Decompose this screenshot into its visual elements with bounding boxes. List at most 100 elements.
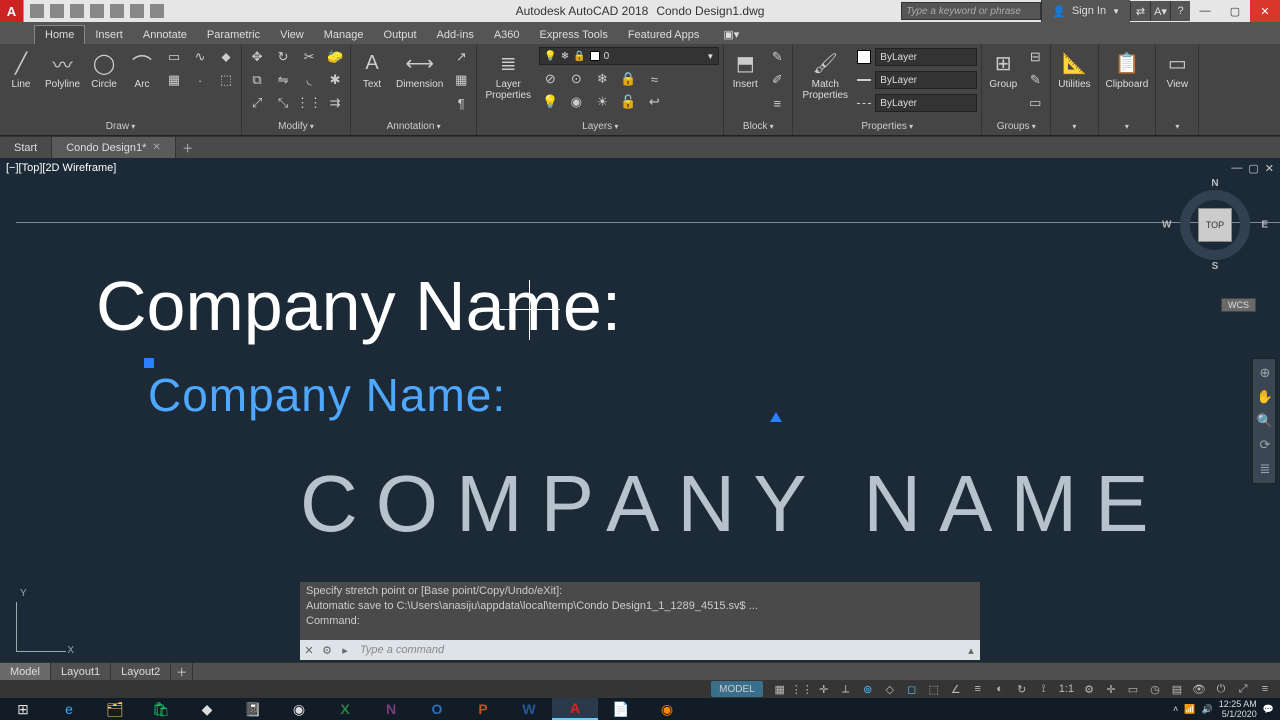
layer-properties-button[interactable]: ≣Layer Properties [481, 47, 535, 103]
edit-block-icon[interactable]: ✐ [766, 70, 788, 90]
arc-button[interactable]: ⌒Arc [125, 47, 159, 92]
command-close-icon[interactable]: ✕ [300, 641, 318, 659]
region-icon[interactable]: ⬚ [215, 70, 237, 90]
tab-insert[interactable]: Insert [85, 26, 133, 44]
panel-groups-title[interactable]: Groups [986, 119, 1046, 135]
view-button[interactable]: ▭View [1160, 47, 1194, 92]
qat-open-icon[interactable] [50, 4, 64, 18]
taskbar-onenote-icon[interactable]: N [368, 698, 414, 720]
taskbar-ppt-icon[interactable]: P [460, 698, 506, 720]
layiso-icon[interactable]: ⊙ [565, 69, 587, 89]
selection-grip-icon[interactable] [770, 412, 782, 422]
color-dropdown[interactable]: ByLayer [857, 47, 977, 67]
viewcube-s[interactable]: S [1212, 261, 1219, 272]
snapmode-icon[interactable]: ⋮⋮ [793, 681, 811, 697]
hardware-icon[interactable]: ⏻ [1212, 681, 1230, 697]
panel-utilities-title[interactable] [1055, 119, 1093, 135]
autodesk-app-icon[interactable]: A▾ [1150, 1, 1170, 21]
command-options-icon[interactable]: ⚙ [318, 641, 336, 659]
command-input[interactable]: Type a command [354, 644, 962, 656]
tab-featuredapps[interactable]: Featured Apps [618, 26, 710, 44]
scale-icon[interactable]: ⤡ [272, 93, 294, 113]
panel-layers-title[interactable]: Layers [481, 119, 719, 135]
taskbar-explorer-icon[interactable]: 🗂 [92, 698, 138, 720]
table-icon[interactable]: ▦ [450, 70, 472, 90]
layout-add-button[interactable]: ＋ [171, 663, 193, 680]
orbit-icon[interactable]: ⟳ [1255, 435, 1275, 455]
viewport-label[interactable]: [−][Top][2D Wireframe] [6, 162, 116, 174]
dimension-button[interactable]: ⟷Dimension [393, 47, 446, 92]
help-icon[interactable]: ? [1170, 1, 1190, 21]
lineweight-dropdown[interactable]: ByLayer [857, 70, 977, 90]
gear-icon[interactable]: ⚙ [1080, 681, 1098, 697]
group-button[interactable]: ⊞Group [986, 47, 1020, 92]
taskbar-autocad-icon[interactable]: A [552, 698, 598, 720]
laythw-icon[interactable]: ☀ [591, 92, 613, 112]
fullnav-icon[interactable]: ⊕ [1255, 363, 1275, 383]
panel-properties-title[interactable]: Properties [797, 119, 977, 135]
osnap-icon[interactable]: ◻ [903, 681, 921, 697]
layon-icon[interactable]: 💡 [539, 92, 561, 112]
array-icon[interactable]: ⋮⋮ [298, 93, 320, 113]
panel-draw-title[interactable]: Draw [4, 119, 237, 135]
tab-expresstools[interactable]: Express Tools [530, 26, 618, 44]
qat-redo-icon[interactable] [150, 4, 164, 18]
otrack-icon[interactable]: ∠ [947, 681, 965, 697]
text-button[interactable]: AText [355, 47, 389, 92]
group-edit-icon[interactable]: ✎ [1024, 70, 1046, 90]
canvas-text-2[interactable]: Company Name: [148, 368, 506, 422]
layer-dropdown[interactable]: 💡❄🔒 0 ▼ [539, 47, 719, 65]
isolate-icon[interactable]: 👁 [1190, 681, 1208, 697]
modelspace-toggle[interactable]: MODEL [711, 681, 763, 697]
vp-min-icon[interactable]: — [1231, 162, 1242, 175]
trim-icon[interactable]: ✂ [298, 47, 320, 67]
erase-icon[interactable]: 🧽 [324, 47, 346, 67]
quickprops-icon[interactable]: ▤ [1168, 681, 1186, 697]
clipboard-button[interactable]: 📋Clipboard [1103, 47, 1152, 92]
rotate-icon[interactable]: ↻ [272, 47, 294, 67]
ribbon-overflow-icon[interactable]: ▣▾ [713, 25, 749, 44]
taskbar-app2-icon[interactable]: 📓 [230, 698, 276, 720]
taskbar-chrome-icon[interactable]: ◉ [276, 698, 322, 720]
mtext-icon[interactable]: ¶ [450, 93, 472, 113]
tab-a360[interactable]: A360 [484, 26, 530, 44]
tab-addins[interactable]: Add-ins [427, 26, 484, 44]
taskbar-store-icon[interactable]: 🛍 [138, 698, 184, 720]
create-block-icon[interactable]: ✎ [766, 47, 788, 67]
move-icon[interactable]: ✥ [246, 47, 268, 67]
tray-network-icon[interactable]: 📶 [1184, 704, 1195, 715]
showmotion-icon[interactable]: ≣ [1255, 459, 1275, 479]
annomon-icon[interactable]: ✛ [1102, 681, 1120, 697]
signin-button[interactable]: 👤 Sign In ▼ [1041, 0, 1130, 22]
layerp-icon[interactable]: ↩ [643, 92, 665, 112]
taskbar-app1-icon[interactable]: ◆ [184, 698, 230, 720]
qat-save-icon[interactable] [70, 4, 84, 18]
attr-icon[interactable]: ≡ [766, 93, 788, 113]
tray-chevron-icon[interactable]: ˄ [1173, 704, 1178, 714]
mirror-icon[interactable]: ⇋ [272, 70, 294, 90]
copy-icon[interactable]: ⧉ [246, 70, 268, 90]
taskbar-recorder-icon[interactable]: ◉ [644, 698, 690, 720]
canvas-text-3[interactable]: COMPANY NAME [300, 458, 1166, 550]
panel-block-title[interactable]: Block [728, 119, 788, 135]
transparency-icon[interactable]: ◐ [991, 681, 1009, 697]
taskbar-notepad-icon[interactable]: 📄 [598, 698, 644, 720]
viewcube-e[interactable]: E [1261, 220, 1268, 231]
isodraft-icon[interactable]: ◇ [881, 681, 899, 697]
grid-icon[interactable]: ▦ [771, 681, 789, 697]
polar-icon[interactable]: ⊚ [859, 681, 877, 697]
tab-parametric[interactable]: Parametric [197, 26, 270, 44]
command-recent-icon[interactable]: ▴ [962, 641, 980, 659]
maximize-button[interactable]: ▢ [1220, 0, 1250, 22]
explode-icon[interactable]: ✱ [324, 70, 346, 90]
taskbar-clock[interactable]: 12:25 AM 5/1/2020 [1219, 699, 1257, 719]
taskbar-ie-icon[interactable]: e [46, 698, 92, 720]
pan-icon[interactable]: ✋ [1255, 387, 1275, 407]
filetab-active[interactable]: Condo Design1*✕ [52, 137, 176, 158]
fillet-icon[interactable]: ◟ [298, 70, 320, 90]
filetab-add-button[interactable]: ＋ [176, 140, 200, 156]
layulk-icon[interactable]: 🔓 [617, 92, 639, 112]
linetype-dropdown[interactable]: ByLayer [857, 93, 977, 113]
layoff-icon[interactable]: ⊘ [539, 69, 561, 89]
3dosnap-icon[interactable]: ⬚ [925, 681, 943, 697]
